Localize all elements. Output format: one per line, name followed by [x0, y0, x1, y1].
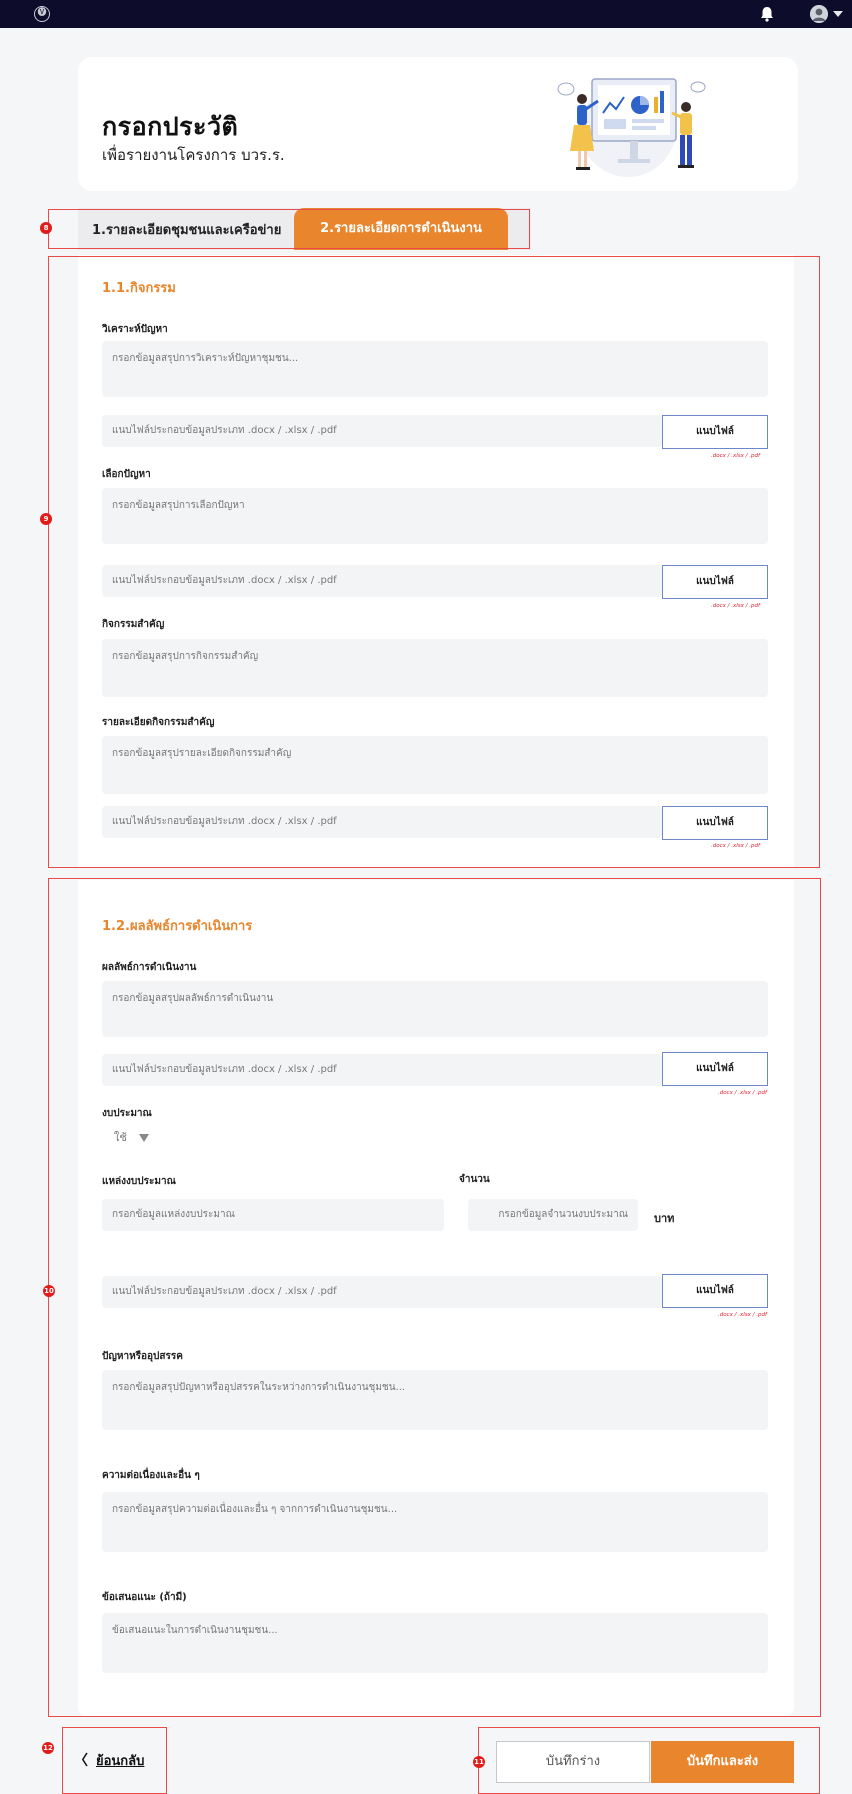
- annotation-box-actions: [478, 1727, 820, 1794]
- hero-card: กรอกประวัติ เพื่อรายงานโครงการ บวร.ร.: [78, 57, 798, 191]
- annotation-badge-12: 12: [42, 1742, 54, 1754]
- annotation-badge-10: 10: [43, 1285, 55, 1297]
- annotation-badge-8: 8: [40, 222, 52, 234]
- annotation-box-activities: [48, 256, 820, 868]
- page-title: กรอกประวัติ: [102, 112, 239, 141]
- bell-icon[interactable]: [758, 5, 776, 23]
- avatar-icon[interactable]: [810, 5, 828, 23]
- annotation-box-back: [62, 1727, 167, 1794]
- page-subtitle: เพื่อรายงานโครงการ บวร.ร.: [102, 146, 285, 164]
- annotation-badge-11: 11: [473, 1756, 485, 1768]
- chevron-down-icon[interactable]: [833, 11, 843, 17]
- top-navbar: 🅥: [0, 0, 852, 28]
- annotation-badge-9: 9: [40, 513, 52, 525]
- annotation-box-tabs: [48, 209, 530, 249]
- presentation-illustration-icon: [557, 78, 706, 177]
- logo-icon[interactable]: 🅥: [34, 6, 50, 22]
- annotation-box-results: [48, 878, 821, 1717]
